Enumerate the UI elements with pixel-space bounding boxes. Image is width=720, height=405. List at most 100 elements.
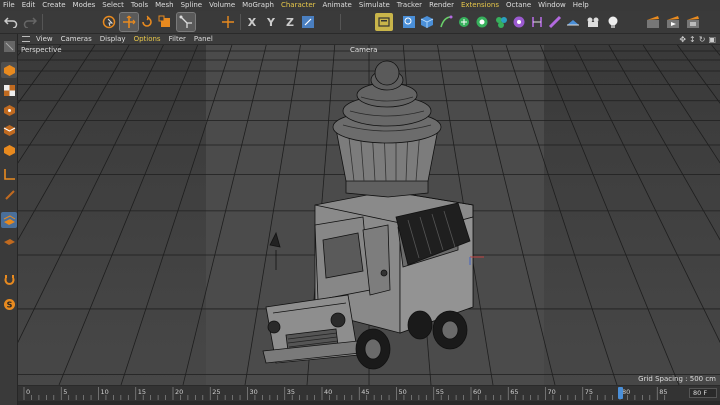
hamburger-icon[interactable] [22, 36, 30, 42]
viewport-menu-bar: View Cameras Display Options Filter Panel ✥ ↕… [18, 34, 720, 45]
main-toolbar: X Y Z [0, 11, 720, 34]
floor-environment-icon[interactable] [564, 13, 582, 31]
timeline-tick-label: 70 [548, 388, 556, 396]
menu-mograph[interactable]: MoGraph [242, 0, 274, 11]
timeline-tick-label: 55 [436, 388, 444, 396]
points-mode-icon[interactable] [1, 102, 17, 118]
timeline-tick-label: 15 [138, 388, 146, 396]
axis-y-label: Y [267, 15, 275, 29]
light-object-icon[interactable] [604, 13, 622, 31]
menu-tracker[interactable]: Tracker [397, 0, 422, 11]
axis-z-label: Z [286, 15, 294, 29]
current-frame-field[interactable]: 80 F [689, 388, 717, 398]
cube-object-icon[interactable] [418, 13, 436, 31]
texture-mode-icon[interactable] [1, 82, 17, 98]
bend-deformer-icon[interactable] [528, 13, 546, 31]
pen-spline-icon[interactable] [437, 13, 455, 31]
menu-edit[interactable]: Edit [22, 0, 36, 11]
viewport-canvas [18, 45, 720, 385]
snap-icon[interactable] [1, 232, 17, 248]
menu-select[interactable]: Select [102, 0, 124, 11]
timeline-tick-label: 10 [101, 388, 109, 396]
render-to-picture-viewer-icon[interactable] [664, 13, 682, 31]
axis-mode-icon[interactable] [1, 166, 17, 182]
viewport-menu-options[interactable]: Options [134, 34, 161, 45]
redo-icon[interactable] [21, 13, 39, 31]
timeline-tick-label: 0 [26, 388, 30, 396]
solo-mode-icon[interactable]: S [1, 296, 17, 312]
transform-tool-icon[interactable] [176, 12, 196, 32]
field-icon[interactable] [546, 13, 564, 31]
menu-character[interactable]: Character [281, 0, 316, 11]
menu-modes[interactable]: Modes [73, 0, 96, 11]
polygons-mode-icon[interactable] [1, 142, 17, 158]
live-selection-icon[interactable] [100, 13, 118, 31]
timeline-tick-label: 60 [473, 388, 481, 396]
camera-name-label: Camera [350, 46, 378, 54]
menu-window[interactable]: Window [538, 0, 566, 11]
timeline-tick-label: 75 [585, 388, 593, 396]
pan-icon[interactable]: ✥ [679, 35, 686, 44]
clapper-icon[interactable] [644, 13, 662, 31]
move-tool-icon[interactable] [119, 12, 139, 32]
world-coordinates-icon[interactable] [299, 13, 317, 31]
viewport-menu-display[interactable]: Display [100, 34, 126, 45]
menu-spline[interactable]: Spline [181, 0, 203, 11]
toggle-layout-icon[interactable]: ▣ [708, 35, 716, 44]
rotate-tool-icon[interactable] [138, 13, 156, 31]
undo-icon[interactable] [2, 13, 20, 31]
timeline-scrollbar[interactable] [18, 401, 720, 405]
viewport-menu-view[interactable]: View [36, 34, 53, 45]
timeline-tick-label: 85 [659, 388, 667, 396]
timeline-tick-label: 5 [63, 388, 67, 396]
menu-animate[interactable]: Animate [323, 0, 352, 11]
menu-volume[interactable]: Volume [209, 0, 235, 11]
zoom-icon[interactable]: ↕ [689, 35, 696, 44]
subdivision-surface-icon[interactable] [455, 13, 473, 31]
menu-tools[interactable]: Tools [131, 0, 148, 11]
view-name-label: Perspective [21, 46, 62, 54]
timeline-tick-label: 45 [361, 388, 369, 396]
orbit-icon[interactable]: ↻ [699, 35, 706, 44]
grid-spacing-label: Grid Spacing : 500 cm [638, 375, 716, 383]
timeline-playhead[interactable] [618, 387, 623, 399]
model-mode-icon[interactable] [1, 62, 17, 78]
menu-simulate[interactable]: Simulate [359, 0, 390, 11]
lock-z-axis-button[interactable]: Z [281, 13, 299, 31]
camera-object-icon[interactable] [584, 13, 602, 31]
timeline-tick-label: 80 [622, 388, 630, 396]
cloner-icon[interactable] [473, 13, 491, 31]
render-active-view-icon[interactable] [684, 13, 702, 31]
edges-mode-icon[interactable] [1, 122, 17, 138]
menu-create[interactable]: Create [42, 0, 65, 11]
menu-bar: File Edit Create Modes Select Tools Mesh Spline… [0, 0, 720, 11]
timeline-tick-label: 20 [175, 388, 183, 396]
timeline-tick-label: 25 [212, 388, 220, 396]
menu-mesh[interactable]: Mesh [155, 0, 173, 11]
menu-help[interactable]: Help [573, 0, 589, 11]
tweak-mode-icon[interactable] [1, 186, 17, 202]
workplane-icon[interactable] [1, 212, 17, 228]
viewport-menu-cameras[interactable]: Cameras [61, 34, 92, 45]
deformer-icon[interactable] [510, 13, 528, 31]
mode-palette: S [0, 34, 18, 405]
coordinate-system-icon[interactable] [219, 13, 237, 31]
edit-render-settings-icon[interactable] [400, 13, 418, 31]
lock-x-axis-button[interactable]: X [243, 13, 261, 31]
scale-tool-icon[interactable] [156, 13, 174, 31]
timeline-ruler: 0 5 10 15 20 25 30 35 40 45 50 55 60 65 70 75 80 85 [23, 387, 668, 400]
lock-y-axis-button[interactable]: Y [262, 13, 280, 31]
viewport-menu-filter[interactable]: Filter [169, 34, 186, 45]
enable-snap-icon[interactable] [1, 272, 17, 288]
menu-octane[interactable]: Octane [506, 0, 531, 11]
menu-file[interactable]: File [3, 0, 15, 11]
menu-extensions[interactable]: Extensions [461, 0, 499, 11]
make-editable-icon[interactable] [1, 38, 17, 54]
timeline[interactable]: 0 5 10 15 20 25 30 35 40 45 50 55 60 65 70 75 80 85 80 F [18, 385, 720, 405]
viewport-menu-panel[interactable]: Panel [194, 34, 213, 45]
timeline-tick-label: 35 [287, 388, 295, 396]
render-view-icon[interactable] [375, 13, 393, 31]
menu-render[interactable]: Render [429, 0, 454, 11]
mograph-effector-icon[interactable] [492, 13, 510, 31]
3d-viewport[interactable]: Perspective Camera Grid Spacing : 500 cm [18, 45, 720, 385]
